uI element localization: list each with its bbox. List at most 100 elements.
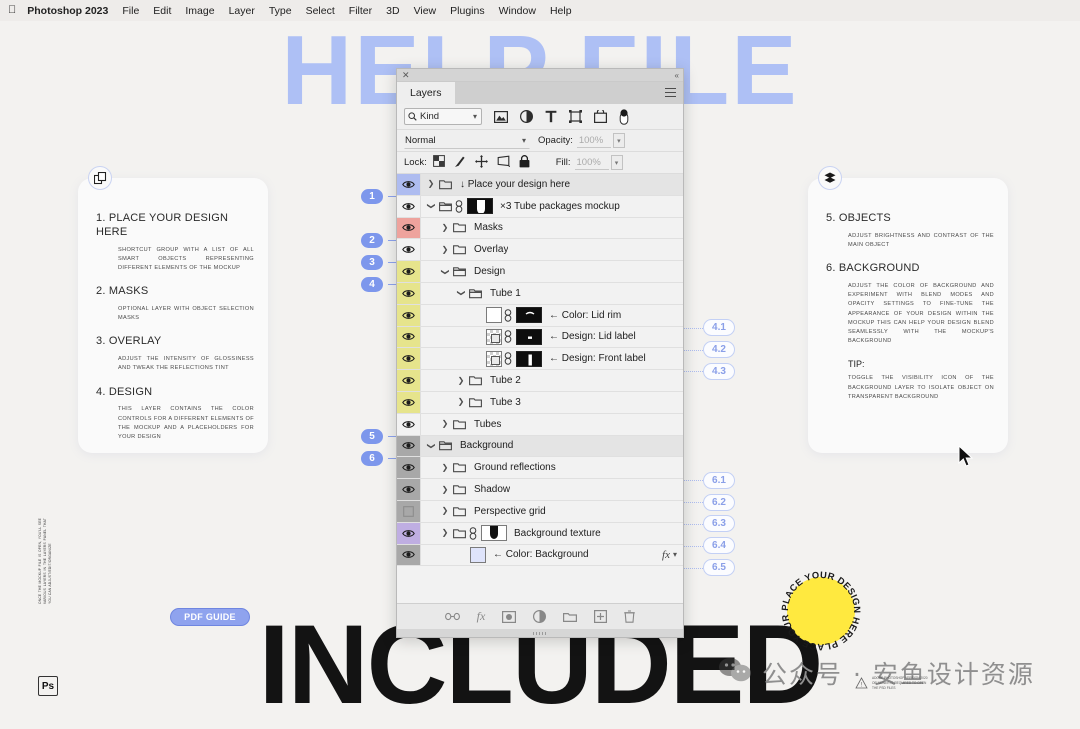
layer-thumbnail[interactable] [486, 350, 502, 367]
layer-row[interactable]: ❯ Ground reflections [397, 457, 683, 480]
layer-mask-thumbnail[interactable] [516, 307, 542, 324]
opacity-input[interactable]: 100% [576, 133, 611, 148]
chevron-right-icon[interactable]: ❯ [455, 376, 467, 385]
layer-visibility-toggle[interactable] [397, 370, 421, 391]
layer-row[interactable]: ❯ Background texture [397, 522, 683, 545]
blend-mode-select[interactable]: Normal ▾ [404, 132, 530, 149]
chevron-down-icon[interactable]: ▾ [673, 550, 677, 559]
layer-visibility-toggle[interactable] [397, 282, 421, 304]
menu-item-layer[interactable]: Layer [229, 5, 255, 17]
layer-thumbnail[interactable] [467, 198, 493, 215]
layer-row[interactable]: ❯ Tube 2 [397, 370, 683, 392]
layer-thumbnail[interactable] [481, 525, 507, 542]
menu-item-edit[interactable]: Edit [153, 5, 171, 17]
link-icon[interactable] [502, 330, 513, 344]
resize-grip-icon[interactable] [397, 629, 683, 637]
layer-row[interactable]: ❯ ↓ Place your design here [397, 174, 683, 196]
menu-item-help[interactable]: Help [550, 5, 572, 17]
layer-row[interactable]: ❮ Design [397, 261, 683, 283]
layer-visibility-toggle[interactable] [397, 217, 421, 239]
new-layer-icon[interactable] [594, 610, 608, 623]
chevron-right-icon[interactable]: ❯ [439, 223, 451, 232]
toggle-filter-icon[interactable] [619, 108, 629, 125]
layer-row[interactable]: ❯ Tubes [397, 413, 683, 436]
chevron-right-icon[interactable]: ❯ [439, 420, 451, 428]
layer-row[interactable]: ❯ Perspective grid [397, 500, 683, 523]
layer-thumbnail[interactable] [486, 328, 502, 345]
lock-image-icon[interactable] [454, 155, 466, 171]
apple-logo-icon[interactable]:  [8, 5, 16, 16]
layer-row[interactable]: ❮ Tube 1 [397, 282, 683, 305]
chevron-down-icon[interactable]: ❮ [426, 440, 435, 452]
layer-visibility-toggle[interactable] [397, 326, 421, 348]
add-fx-icon[interactable]: fx [477, 609, 486, 624]
close-icon[interactable]: ✕ [402, 70, 410, 81]
layer-row[interactable]: ❯ Masks [397, 217, 683, 240]
menu-item-filter[interactable]: Filter [349, 5, 372, 17]
layer-fx-toggle[interactable]: fx ▾ [662, 549, 677, 561]
shape-filter-icon[interactable] [569, 110, 582, 123]
chevron-right-icon[interactable]: ❯ [439, 485, 451, 494]
layer-visibility-toggle[interactable] [397, 500, 421, 522]
add-mask-icon[interactable] [502, 610, 517, 623]
lock-artboard-icon[interactable] [497, 155, 510, 170]
menu-item-view[interactable]: View [414, 5, 437, 17]
link-layers-icon[interactable] [444, 612, 460, 621]
layer-row[interactable]: ❮ ×3 Tube packages mockup [397, 195, 683, 218]
chevron-right-icon[interactable]: ❯ [439, 245, 451, 254]
layer-mask-thumbnail[interactable] [516, 328, 542, 345]
layer-visibility-toggle[interactable] [397, 479, 421, 500]
layer-visibility-toggle[interactable] [397, 304, 421, 326]
layer-visibility-toggle[interactable] [397, 348, 421, 370]
fill-stepper[interactable]: ▾ [610, 155, 623, 170]
adjustment-filter-icon[interactable] [520, 110, 533, 123]
layer-visibility-toggle[interactable] [397, 391, 421, 413]
layer-visibility-toggle[interactable] [397, 522, 421, 544]
layer-row[interactable]: ❮ Background [397, 435, 683, 458]
lock-all-icon[interactable] [519, 154, 530, 171]
layer-thumbnail[interactable] [486, 307, 502, 324]
layer-mask-thumbnail[interactable] [516, 350, 542, 367]
layer-row[interactable]: ← Design: Front label [397, 348, 683, 371]
layer-visibility-toggle[interactable] [397, 261, 421, 282]
menu-item-image[interactable]: Image [185, 5, 214, 17]
layer-row[interactable]: ← Color: Background fx ▾ [397, 544, 683, 567]
chevron-down-icon[interactable]: ▾ [522, 136, 526, 145]
layer-row[interactable]: ❯ Shadow [397, 479, 683, 501]
delete-layer-icon[interactable] [624, 610, 636, 623]
smart-object-filter-icon[interactable] [594, 110, 607, 123]
chevron-right-icon[interactable]: ❯ [455, 398, 467, 406]
layer-visibility-toggle[interactable] [397, 174, 421, 195]
chevron-right-icon[interactable]: ❯ [439, 463, 451, 472]
chevron-down-icon[interactable]: ▾ [473, 112, 477, 121]
layer-visibility-toggle[interactable] [397, 457, 421, 479]
menu-item-file[interactable]: File [122, 5, 139, 17]
opacity-stepper[interactable]: ▾ [612, 133, 625, 148]
chevron-down-icon[interactable]: ❮ [426, 200, 435, 212]
new-adjustment-icon[interactable] [533, 610, 547, 623]
layer-visibility-toggle[interactable] [397, 239, 421, 261]
lock-position-icon[interactable] [474, 154, 488, 171]
kind-filter-select[interactable]: Kind ▾ [404, 108, 482, 125]
link-icon[interactable] [502, 308, 513, 322]
menu-item-3d[interactable]: 3D [386, 5, 399, 17]
link-icon[interactable] [502, 352, 513, 365]
type-filter-icon[interactable] [545, 110, 557, 123]
layer-row[interactable]: ❯ Tube 3 [397, 391, 683, 414]
link-icon[interactable] [453, 199, 464, 213]
layer-visibility-toggle[interactable] [397, 195, 421, 217]
layer-row[interactable]: ← Design: Lid label [397, 326, 683, 349]
menu-item-type[interactable]: Type [269, 5, 292, 17]
lock-transparency-icon[interactable] [432, 155, 445, 170]
collapse-double-chevron-icon[interactable]: « [675, 70, 680, 81]
new-group-icon[interactable] [563, 611, 578, 622]
chevron-right-icon[interactable]: ❯ [425, 180, 437, 188]
layers-list[interactable]: ❯ ↓ Place your design here ❮ ×3 Tube packag… [397, 174, 683, 603]
layer-visibility-toggle[interactable] [397, 413, 421, 435]
pdf-guide-button[interactable]: PDF GUIDE [170, 608, 250, 626]
chevron-right-icon[interactable]: ❯ [439, 529, 451, 537]
layer-visibility-toggle[interactable] [397, 435, 421, 457]
chevron-down-icon[interactable]: ❮ [456, 287, 465, 299]
image-filter-icon[interactable] [494, 110, 508, 123]
panel-menu-icon[interactable] [665, 88, 676, 97]
